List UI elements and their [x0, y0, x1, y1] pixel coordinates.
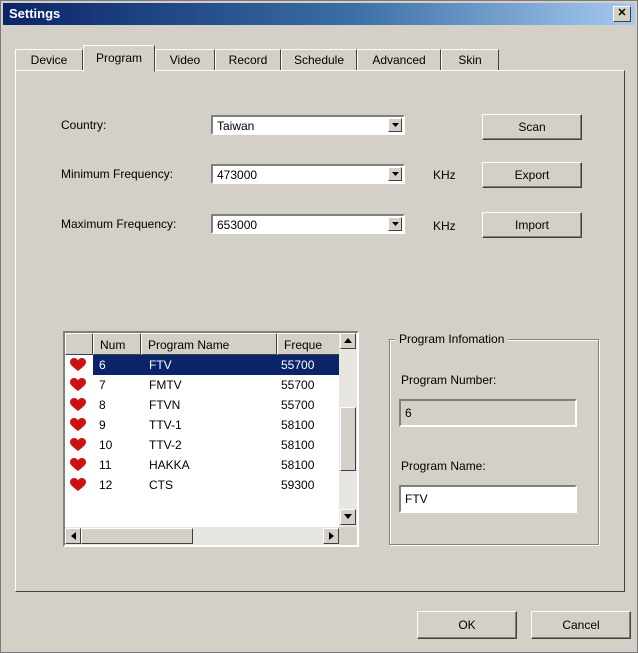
scroll-up-button[interactable] — [340, 333, 356, 349]
heart-icon — [70, 438, 86, 455]
tab-record[interactable]: Record — [215, 49, 281, 71]
heart-icon — [70, 418, 86, 435]
max-frequency-value: 653000 — [217, 218, 258, 232]
cancel-button[interactable]: Cancel — [531, 611, 631, 639]
row-frequency: 55700 — [281, 398, 315, 412]
row-program-name: TTV-1 — [149, 418, 182, 432]
row-num: 9 — [99, 418, 106, 432]
program-name-field[interactable]: FTV — [399, 485, 577, 513]
program-list[interactable]: Num Program Name Freque 6 FTV 55700 7 FMTV 55… — [63, 331, 359, 547]
header-num[interactable]: Num — [93, 333, 141, 355]
title-bar[interactable]: Settings ✕ — [3, 3, 635, 25]
dropdown-arrow-icon[interactable] — [388, 217, 402, 231]
max-frequency-label: Maximum Frequency: — [61, 217, 177, 231]
row-num: 7 — [99, 378, 106, 392]
header-icon-column[interactable] — [65, 333, 93, 355]
list-item[interactable]: 8 FTVN 55700 — [65, 395, 341, 415]
min-frequency-value: 473000 — [217, 168, 258, 182]
horizontal-scrollbar[interactable] — [65, 527, 341, 545]
row-program-name: FMTV — [149, 378, 182, 392]
list-item[interactable]: 10 TTV-2 58100 — [65, 435, 341, 455]
export-button[interactable]: Export — [482, 162, 582, 188]
country-value: Taiwan — [217, 119, 255, 133]
tab-skin[interactable]: Skin — [441, 49, 499, 71]
country-label: Country: — [61, 118, 107, 132]
row-frequency: 55700 — [281, 378, 315, 392]
row-program-name: FTV — [141, 355, 277, 375]
program-number-label: Program Number: — [401, 373, 497, 387]
close-button[interactable]: ✕ — [613, 6, 631, 22]
ok-button[interactable]: OK — [417, 611, 517, 639]
heart-icon — [70, 358, 86, 375]
min-frequency-unit: KHz — [433, 168, 456, 182]
list-item[interactable]: 6 FTV 55700 — [65, 355, 341, 375]
row-num: 11 — [99, 458, 112, 472]
max-frequency-dropdown[interactable]: 653000 — [211, 214, 405, 234]
dropdown-arrow-icon[interactable] — [388, 118, 402, 132]
scan-button[interactable]: Scan — [482, 114, 582, 140]
row-program-name: FTVN — [149, 398, 181, 412]
window-title: Settings — [9, 6, 61, 21]
row-frequency: 55700 — [277, 355, 341, 375]
scroll-left-button[interactable] — [65, 528, 81, 544]
vertical-scrollbar[interactable] — [339, 333, 357, 527]
scroll-down-button[interactable] — [340, 509, 356, 525]
row-program-name: CTS — [149, 478, 173, 492]
header-frequency[interactable]: Freque — [277, 333, 341, 355]
program-name-value: FTV — [405, 492, 428, 506]
tab-advanced[interactable]: Advanced — [357, 49, 441, 71]
scroll-right-button[interactable] — [323, 528, 339, 544]
min-frequency-label: Minimum Frequency: — [61, 167, 174, 181]
min-frequency-dropdown[interactable]: 473000 — [211, 164, 405, 184]
list-item[interactable]: 12 CTS 59300 — [65, 475, 341, 495]
heart-icon — [70, 378, 86, 395]
import-button[interactable]: Import — [482, 212, 582, 238]
tab-schedule[interactable]: Schedule — [281, 49, 357, 71]
header-program-name[interactable]: Program Name — [141, 333, 277, 355]
vertical-scroll-thumb[interactable] — [340, 407, 356, 471]
max-frequency-unit: KHz — [433, 219, 456, 233]
tab-device[interactable]: Device — [15, 49, 83, 71]
list-item[interactable]: 11 HAKKA 58100 — [65, 455, 341, 475]
row-program-name: HAKKA — [149, 458, 190, 472]
program-number-field: 6 — [399, 399, 577, 427]
list-item[interactable]: 9 TTV-1 58100 — [65, 415, 341, 435]
tab-video[interactable]: Video — [155, 49, 215, 71]
row-num: 8 — [99, 398, 106, 412]
row-num: 12 — [99, 478, 113, 492]
horizontal-scroll-thumb[interactable] — [81, 528, 193, 544]
country-dropdown[interactable]: Taiwan — [211, 115, 405, 135]
list-header: Num Program Name Freque — [65, 333, 341, 355]
row-frequency: 59300 — [281, 478, 315, 492]
program-info-group — [389, 339, 599, 545]
row-frequency: 58100 — [281, 418, 315, 432]
list-item[interactable]: 7 FMTV 55700 — [65, 375, 341, 395]
heart-icon — [70, 478, 86, 495]
row-num: 6 — [93, 355, 141, 375]
settings-dialog: Settings ✕ Device Program Video Record S… — [0, 0, 638, 653]
row-frequency: 58100 — [281, 438, 315, 452]
scroll-corner — [339, 527, 357, 545]
row-num: 10 — [99, 438, 113, 452]
heart-icon — [70, 458, 86, 475]
row-program-name: TTV-2 — [149, 438, 182, 452]
program-info-title: Program Infomation — [395, 332, 509, 346]
program-name-label: Program Name: — [401, 459, 486, 473]
heart-icon — [70, 398, 86, 415]
program-number-value: 6 — [405, 406, 412, 420]
tab-program[interactable]: Program — [83, 45, 155, 72]
dropdown-arrow-icon[interactable] — [388, 167, 402, 181]
row-frequency: 58100 — [281, 458, 315, 472]
